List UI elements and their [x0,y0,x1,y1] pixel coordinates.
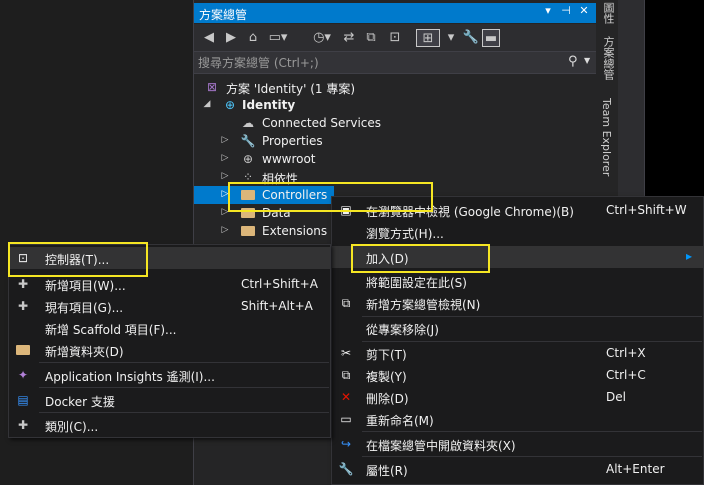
connected-services-icon: ☁ [242,116,254,130]
submenu-arrow-icon: ▸ [686,249,693,263]
tree-solution[interactable]: ⊠ 方案 'Identity' (1 專案) [194,78,596,96]
search-bar: ⚲ ▼ [194,52,596,74]
side-tab-solution-explorer[interactable]: 方案總管 [600,36,616,80]
solution-icon: ⊠ [206,80,218,94]
collapsed-arrow-icon[interactable]: ▷ [220,171,230,181]
expanded-arrow-icon[interactable]: ◢ [202,99,212,109]
menu-item-exclude-from-project[interactable]: 從專案移除(J) [332,317,703,339]
existing-item-icon: ✚ [17,299,29,313]
forward-icon[interactable]: ▶ [222,29,240,47]
menu-item-browse-with[interactable]: 瀏覽方式(H)... [332,221,703,243]
menu-separator [39,387,329,388]
menu-separator [39,412,329,413]
docker-icon: ▤ [17,393,29,407]
wrench-icon: 🔧 [338,462,354,476]
menu-separator [39,362,329,363]
panel-toolbar: ◀ ▶ ⌂ ▭▾ ◷▾ ⇄ ⧉ ⊡ ⊞ ▾ 🔧 ▬ [194,24,596,52]
tree-item-properties[interactable]: ▷ 🔧 Properties [194,132,596,150]
new-view-icon: ⧉ [341,296,351,310]
new-item-icon: ✚ [17,277,29,291]
menu-item-rename[interactable]: ▭ 重新命名(M) [332,408,703,430]
submenu-item-app-insights[interactable]: ✦ Application Insights 遙測(I)... [9,364,330,386]
sync-icon[interactable]: ⇄ [340,29,358,47]
cut-icon: ✂ [340,346,352,360]
side-tab-team-explorer[interactable]: Team Explorer [600,98,613,176]
copy-icon: ⧉ [341,368,351,382]
wrench-icon: 🔧 [240,134,256,148]
side-tab-strip: 圖性 方案總管 Team Explorer [598,0,616,200]
collapsed-arrow-icon[interactable]: ▷ [220,135,230,145]
submenu-item-docker[interactable]: ▤ Docker 支援 [9,389,330,411]
search-icon[interactable]: ⚲ [568,54,578,69]
menu-item-delete[interactable]: ✕ 刪除(D) Del [332,386,703,408]
show-all-files-icon[interactable]: ⊡ [386,29,404,47]
dock-icon[interactable]: ▬ [482,29,500,47]
tree-item-wwwroot[interactable]: ▷ ⊕ wwwroot [194,150,596,168]
panel-title: 方案總管 [199,8,248,22]
switch-view-icon[interactable]: ▭▾ [264,29,292,47]
search-input[interactable] [198,54,558,72]
tree-item-connected-services[interactable]: ☁ Connected Services [194,114,596,132]
folder-icon [240,223,256,239]
highlight-controller-item [8,242,148,277]
menu-separator [362,456,702,457]
collapsed-arrow-icon[interactable]: ▷ [220,153,230,163]
side-tab-top[interactable]: 圖性 [600,2,616,24]
collapsed-arrow-icon[interactable]: ▷ [220,225,230,235]
dropdown-icon[interactable]: ▾ [542,4,554,17]
collapse-all-icon[interactable]: ⧉ [362,29,380,47]
rename-icon: ▭ [340,412,352,426]
view-dropdown-icon[interactable]: ▾ [442,29,460,47]
highlight-controllers [228,182,433,212]
back-icon[interactable]: ◀ [200,29,218,47]
submenu-item-class[interactable]: ✚ 類別(C)... [9,414,330,436]
menu-item-new-explorer-view[interactable]: ⧉ 新增方案總管檢視(N) [332,292,703,314]
search-dropdown-icon[interactable]: ▼ [584,56,590,65]
highlight-add [351,244,490,273]
context-menu: ▣ 在瀏覽器中檢視 (Google Chrome)(B) Ctrl+Shift+… [331,196,704,485]
menu-item-scope-to-this[interactable]: 將範圍設定在此(S) [332,270,703,292]
globe-icon: ⊕ [242,152,254,166]
pin-icon[interactable]: ⊣ [560,4,572,17]
submenu-item-scaffold[interactable]: 新增 Scaffold 項目(F)... [9,317,330,339]
preview-icon[interactable]: ⊞ [416,29,440,47]
menu-item-copy[interactable]: ⧉ 複製(Y) Ctrl+C [332,364,703,386]
menu-item-cut[interactable]: ✂ 剪下(T) Ctrl+X [332,342,703,364]
insights-icon: ✦ [17,368,29,382]
panel-titlebar: 方案總管 ▾ ⊣ ✕ [194,3,596,23]
submenu-item-existing-item[interactable]: ✚ 現有項目(G)... Shift+Alt+A [9,295,330,317]
history-icon[interactable]: ◷▾ [308,29,336,47]
submenu-item-new-folder[interactable]: 新增資料夾(D) [9,339,330,361]
properties-wrench-icon[interactable]: 🔧 [462,29,480,47]
home-icon[interactable]: ⌂ [244,29,262,47]
class-icon: ✚ [17,418,29,432]
open-folder-icon: ↪ [340,437,352,451]
delete-icon: ✕ [340,390,352,404]
menu-item-open-in-file-explorer[interactable]: ↪ 在檔案總管中開啟資料夾(X) [332,433,703,455]
tree-project[interactable]: ◢ ⊕ Identity [194,96,596,114]
new-folder-icon [15,342,31,358]
web-project-icon: ⊕ [224,98,236,112]
menu-separator [362,431,702,432]
close-icon[interactable]: ✕ [578,4,590,17]
menu-item-properties[interactable]: 🔧 屬性(R) Alt+Enter [332,458,703,480]
